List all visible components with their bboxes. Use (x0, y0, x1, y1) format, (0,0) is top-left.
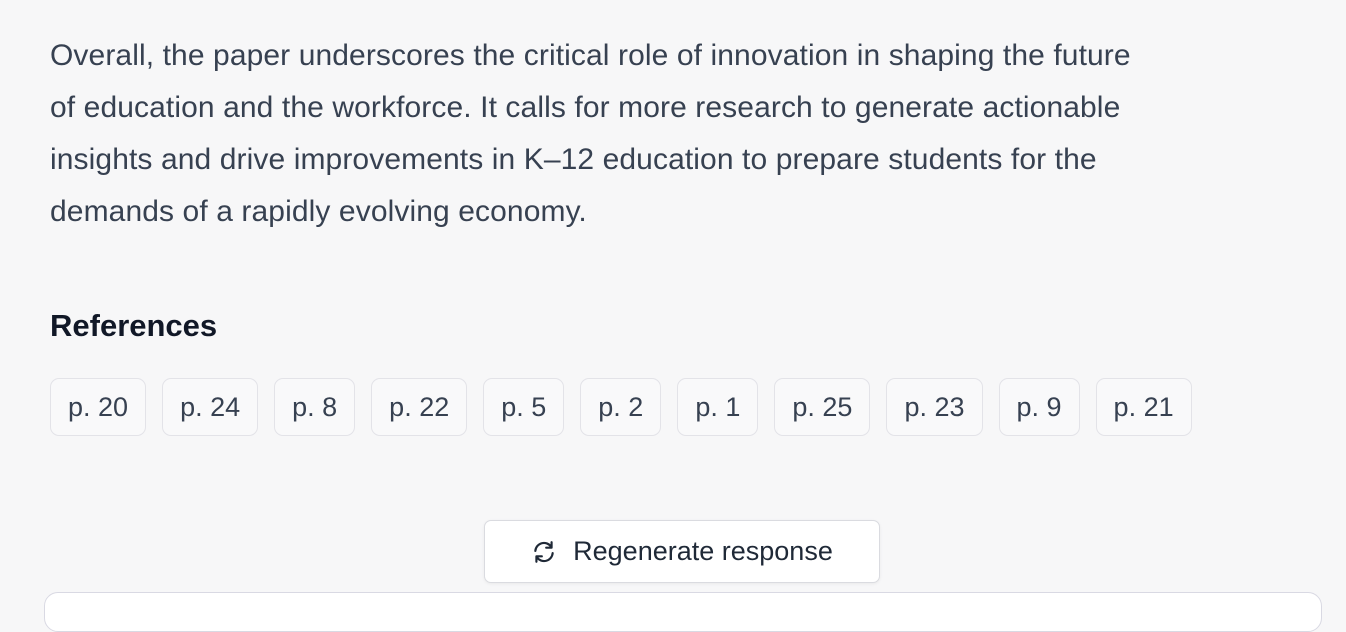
reference-chip[interactable]: p. 9 (998, 378, 1080, 436)
reference-chip[interactable]: p. 21 (1095, 378, 1192, 436)
reference-chip[interactable]: p. 1 (677, 378, 759, 436)
reference-chip[interactable]: p. 23 (886, 378, 983, 436)
references-heading: References (50, 308, 218, 343)
response-summary-paragraph: Overall, the paper underscores the criti… (50, 30, 1240, 238)
summary-line: demands of a rapidly evolving economy. (50, 195, 587, 228)
regenerate-response-button[interactable]: Regenerate response (484, 520, 880, 583)
summary-line: insights and drive improvements in K–12 … (50, 143, 1097, 176)
reference-list: p. 20 p. 24 p. 8 p. 22 p. 5 p. 2 p. 1 p.… (50, 378, 1192, 436)
reference-chip[interactable]: p. 22 (371, 378, 468, 436)
summary-line: Overall, the paper underscores the criti… (50, 39, 1131, 72)
reference-chip[interactable]: p. 25 (774, 378, 871, 436)
summary-line: of education and the workforce. It calls… (50, 91, 1121, 124)
reference-chip[interactable]: p. 24 (162, 378, 259, 436)
reference-chip[interactable]: p. 5 (483, 378, 565, 436)
reference-chip[interactable]: p. 2 (580, 378, 662, 436)
message-composer[interactable] (44, 592, 1322, 632)
reference-chip[interactable]: p. 20 (50, 378, 147, 436)
regenerate-label: Regenerate response (573, 536, 833, 566)
refresh-icon (531, 539, 557, 565)
reference-chip[interactable]: p. 8 (274, 378, 356, 436)
